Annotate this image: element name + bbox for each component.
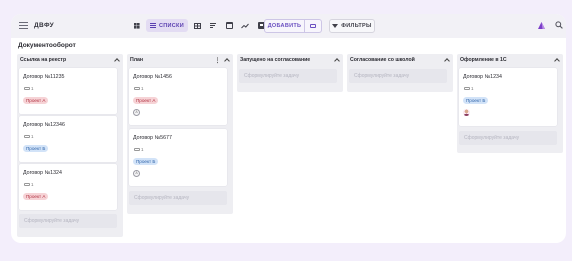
column-title: План bbox=[130, 57, 144, 63]
view-list-label: СПИСКИ bbox=[159, 22, 184, 29]
column-registry-link: Ссылка на реестр Договор №11235 1 Проект… bbox=[17, 54, 123, 237]
view-list-button[interactable]: СПИСКИ bbox=[146, 19, 188, 32]
column-plan: План ⋮ Договор №1456 1 Проект А А Догово… bbox=[127, 54, 233, 214]
task-card-title: Договор №1456 bbox=[133, 74, 172, 80]
chevron-up-icon[interactable] bbox=[444, 58, 450, 64]
menu-icon[interactable] bbox=[19, 22, 28, 29]
assignee-avatar[interactable] bbox=[463, 109, 470, 116]
comment-icon bbox=[24, 183, 30, 186]
new-task-input[interactable]: Сформулируйте задачу bbox=[129, 191, 227, 205]
column-header: Запущено на согласование bbox=[237, 54, 343, 66]
comment-icon bbox=[24, 135, 30, 138]
filter-icon bbox=[332, 24, 339, 28]
project-tag[interactable]: Проект А bbox=[133, 97, 159, 104]
assignee-avatar[interactable]: А bbox=[133, 170, 140, 177]
column-header: Согласование со школой bbox=[347, 54, 453, 66]
task-card-title: Договор №1234 bbox=[463, 74, 502, 80]
sort-icon bbox=[210, 23, 217, 28]
column-header: План ⋮ bbox=[127, 54, 233, 66]
comments-count: 1 bbox=[464, 86, 474, 91]
brand-name: ДВФУ bbox=[34, 22, 55, 29]
new-task-input[interactable]: Сформулируйте задачу bbox=[19, 214, 117, 228]
add-button[interactable]: ДОБАВИТЬ bbox=[264, 19, 322, 33]
column-title: Запущено на согласование bbox=[240, 57, 311, 63]
task-card[interactable]: Договор №1324 1 Проект А bbox=[19, 164, 117, 210]
comment-icon bbox=[134, 148, 140, 151]
top-bar: ДВФУ СПИСКИ ДОБАВИТЬ ФИЛЬТРЫ bbox=[11, 14, 566, 38]
comments-count: 1 bbox=[134, 86, 144, 91]
task-card[interactable]: Договор №1234 1 Проект Б bbox=[459, 68, 557, 126]
comments-count: 1 bbox=[24, 86, 34, 91]
task-card[interactable]: Договор №12346 1 Проект Б bbox=[19, 116, 117, 162]
project-tag[interactable]: Проект А bbox=[23, 193, 49, 200]
keyboard-icon bbox=[310, 24, 316, 28]
column-header: Ссылка на реестр bbox=[17, 54, 123, 66]
task-card-title: Договор №12346 bbox=[23, 122, 65, 128]
add-options-button[interactable] bbox=[305, 24, 321, 28]
search-icon[interactable] bbox=[555, 21, 563, 29]
column-title: Оформление в 1С bbox=[460, 57, 507, 63]
chevron-up-icon[interactable] bbox=[114, 58, 120, 64]
column-1c-registration: Оформление в 1С Договор №1234 1 Проект Б… bbox=[457, 54, 563, 153]
column-school-approval: Согласование со школой Сформулируйте зад… bbox=[347, 54, 453, 92]
comment-icon bbox=[134, 87, 140, 90]
task-card-title: Договор №1324 bbox=[23, 170, 62, 176]
view-switcher: СПИСКИ bbox=[130, 18, 268, 33]
comments-count: 1 bbox=[24, 182, 34, 187]
new-task-input[interactable]: Сформулируйте задачу bbox=[349, 69, 447, 83]
app-logo-icon[interactable] bbox=[537, 21, 546, 30]
project-tag[interactable]: Проект Б bbox=[23, 145, 49, 152]
task-card[interactable]: Договор №1456 1 Проект А А bbox=[129, 68, 227, 125]
comment-icon bbox=[464, 87, 470, 90]
new-task-input[interactable]: Сформулируйте задачу bbox=[239, 69, 337, 83]
new-task-input[interactable]: Сформулируйте задачу bbox=[459, 131, 557, 145]
filters-button-label: ФИЛЬТРЫ bbox=[341, 23, 372, 29]
project-tag[interactable]: Проект А bbox=[23, 97, 49, 104]
chevron-up-icon[interactable] bbox=[224, 58, 230, 64]
comment-icon bbox=[24, 87, 30, 90]
page-title: Документооборот bbox=[18, 42, 76, 49]
project-tag[interactable]: Проект Б bbox=[463, 97, 489, 104]
view-sort-button[interactable] bbox=[207, 19, 220, 32]
table-icon bbox=[193, 22, 201, 29]
assignee-avatar[interactable]: А bbox=[133, 109, 140, 116]
project-tag[interactable]: Проект Б bbox=[133, 158, 159, 165]
view-kanban-button[interactable] bbox=[130, 19, 143, 32]
task-card-title: Договор №11235 bbox=[23, 74, 65, 80]
column-header: Оформление в 1С bbox=[457, 54, 563, 66]
chart-icon bbox=[241, 23, 250, 28]
task-card-title: Договор №5677 bbox=[133, 135, 172, 141]
task-card[interactable]: Договор №5677 1 Проект Б А bbox=[129, 129, 227, 186]
chevron-up-icon[interactable] bbox=[334, 58, 340, 64]
comments-count: 1 bbox=[24, 134, 34, 139]
task-card[interactable]: Договор №11235 1 Проект А bbox=[19, 68, 117, 114]
list-icon bbox=[150, 23, 156, 28]
kanban-icon bbox=[133, 22, 140, 29]
app-window: ДВФУ СПИСКИ ДОБАВИТЬ ФИЛЬТРЫ Документооб… bbox=[11, 14, 566, 243]
comments-count: 1 bbox=[134, 147, 144, 152]
filters-button[interactable]: ФИЛЬТРЫ bbox=[329, 19, 375, 33]
column-title: Согласование со школой bbox=[350, 57, 415, 63]
more-vertical-icon[interactable]: ⋮ bbox=[215, 57, 221, 64]
view-table-button[interactable] bbox=[191, 19, 204, 32]
calendar-icon bbox=[225, 22, 233, 29]
column-title: Ссылка на реестр bbox=[20, 57, 67, 63]
column-sent-for-approval: Запущено на согласование Сформулируйте з… bbox=[237, 54, 343, 92]
add-button-label: ДОБАВИТЬ bbox=[265, 20, 305, 32]
view-calendar-button[interactable] bbox=[223, 19, 236, 32]
view-chart-button[interactable] bbox=[239, 19, 252, 32]
chevron-up-icon[interactable] bbox=[554, 58, 560, 64]
